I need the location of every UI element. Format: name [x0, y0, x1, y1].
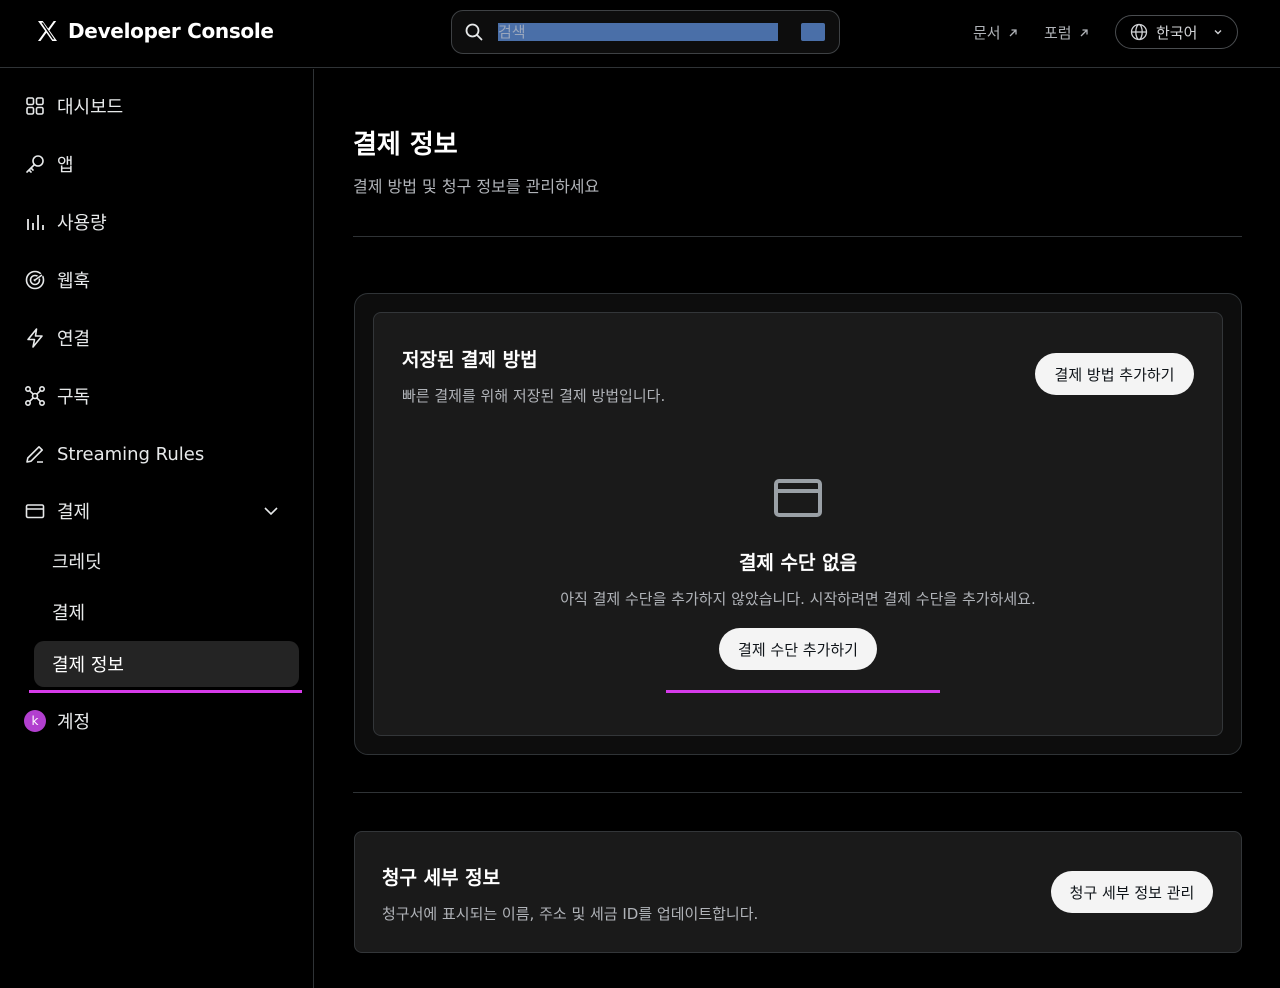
- page-subtitle: 결제 방법 및 청구 정보를 관리하세요: [353, 177, 600, 196]
- sidebar-item-label: 대시보드: [57, 97, 124, 118]
- sidebar-item-connections[interactable]: 연결: [24, 323, 90, 353]
- sidebar-subitem-payments[interactable]: 결제: [52, 597, 85, 627]
- saved-methods-title: 저장된 결제 방법: [402, 349, 538, 371]
- docs-link[interactable]: 문서: [973, 22, 1019, 43]
- active-underline: [29, 690, 302, 693]
- lightning-icon: [24, 327, 46, 349]
- keyboard-shortcut-badge: [801, 23, 825, 41]
- sidebar-item-label: 앱: [57, 155, 74, 176]
- brand-title: Developer Console: [68, 19, 274, 43]
- sidebar-item-subscriptions[interactable]: 구독: [24, 381, 90, 411]
- sidebar-subitem-label: 결제 정보: [52, 655, 124, 676]
- credit-card-icon: [774, 479, 822, 517]
- avatar: k: [24, 710, 46, 732]
- manage-billing-details-button[interactable]: 청구 세부 정보 관리: [1051, 871, 1213, 913]
- language-selector[interactable]: 한국어: [1115, 15, 1238, 49]
- external-arrow-icon: [1080, 28, 1088, 36]
- sidebar-item-label: Streaming Rules: [57, 443, 205, 465]
- sidebar-item-dashboard[interactable]: 대시보드: [24, 91, 123, 121]
- sidebar-item-usage[interactable]: 사용량: [24, 207, 107, 237]
- search-icon: [464, 22, 484, 42]
- billing-details-description: 청구서에 표시되는 이름, 주소 및 세금 ID를 업데이트합니다.: [382, 905, 759, 923]
- external-arrow-icon: [1009, 28, 1017, 36]
- sidebar-item-label: 계정: [57, 712, 91, 733]
- divider: [353, 792, 1242, 793]
- webhook-icon: [24, 269, 46, 291]
- docs-link-label: 문서: [973, 24, 1001, 42]
- brand[interactable]: Developer Console: [34, 18, 274, 44]
- sidebar-item-webhooks[interactable]: 웹훅: [24, 265, 90, 295]
- sidebar-item-streaming-rules[interactable]: Streaming Rules: [24, 439, 204, 469]
- add-payment-means-button[interactable]: 결제 수단 추가하기: [719, 628, 877, 670]
- chevron-down-icon[interactable]: [262, 504, 280, 518]
- forum-link[interactable]: 포럼: [1044, 22, 1090, 43]
- sidebar-item-apps[interactable]: 앱: [24, 149, 74, 179]
- x-logo-icon: [34, 18, 60, 44]
- bar-chart-icon: [24, 211, 46, 233]
- top-header: Developer Console 문서 포럼 한국어: [0, 0, 1280, 68]
- key-icon: [24, 153, 46, 175]
- sidebar-item-account[interactable]: k 계정: [24, 706, 90, 736]
- nodes-icon: [24, 385, 46, 407]
- billing-details-title: 청구 세부 정보: [382, 867, 501, 889]
- credit-card-icon: [24, 500, 46, 522]
- globe-icon: [1130, 23, 1148, 41]
- search-input[interactable]: [498, 23, 778, 41]
- grid-icon: [24, 95, 46, 117]
- forum-link-label: 포럼: [1044, 24, 1072, 42]
- sidebar-subitem-label: 크레딧: [52, 552, 102, 573]
- search-box[interactable]: [451, 10, 840, 54]
- sidebar-item-billing[interactable]: 결제: [24, 496, 90, 526]
- sidebar-item-label: 결제: [57, 502, 91, 523]
- page-title: 결제 정보: [353, 130, 458, 160]
- add-payment-method-button[interactable]: 결제 방법 추가하기: [1035, 353, 1194, 395]
- empty-state-title: 결제 수단 없음: [738, 552, 858, 574]
- sidebar-item-label: 연결: [57, 329, 91, 350]
- sidebar-item-label: 사용량: [57, 213, 107, 234]
- saved-methods-description: 빠른 결제를 위해 저장된 결제 방법입니다.: [402, 387, 666, 405]
- sidebar-subitem-payment-info[interactable]: 결제 정보: [34, 641, 299, 687]
- pencil-icon: [24, 443, 46, 465]
- chevron-down-icon: [1214, 30, 1222, 35]
- sidebar-subitem-label: 결제: [52, 603, 86, 624]
- sidebar-item-label: 구독: [57, 387, 91, 408]
- empty-state-description: 아직 결제 수단을 추가하지 않았습니다. 시작하려면 결제 수단을 추가하세요…: [560, 590, 1036, 608]
- sidebar-subitem-credits[interactable]: 크레딧: [52, 546, 102, 576]
- divider: [353, 236, 1242, 237]
- active-underline: [666, 690, 940, 693]
- language-label: 한국어: [1156, 23, 1198, 42]
- sidebar-item-label: 웹훅: [57, 271, 91, 292]
